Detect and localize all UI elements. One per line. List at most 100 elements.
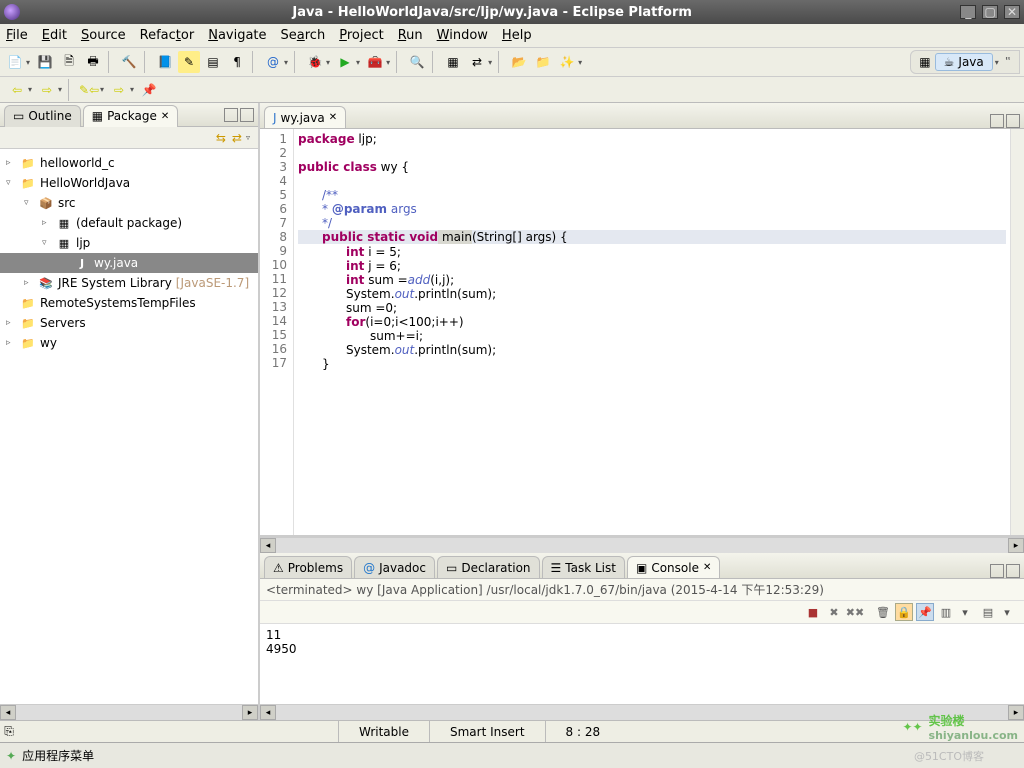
menu-edit[interactable]: Edit (42, 28, 67, 43)
tree-item-wy-java[interactable]: Jwy.java (0, 253, 258, 273)
minimize-button[interactable]: _ (960, 5, 976, 19)
close-tab-icon[interactable]: ✕ (703, 562, 711, 573)
nav-toolbar: ⇦▾ ⇨▾ ✎⇦▾ ⇨▾ 📌 (0, 77, 1024, 103)
wand-button[interactable]: ✨ (556, 51, 578, 73)
tree-item-servers[interactable]: ▹📁Servers (0, 313, 258, 333)
tab-tasklist[interactable]: ☰Task List (542, 556, 625, 578)
pkg-button[interactable]: ▦ (442, 51, 464, 73)
save-button[interactable]: 💾 (34, 51, 56, 73)
tree-item-src[interactable]: ▿📦src (0, 193, 258, 213)
tree-item-helloworldjava[interactable]: ▿📁HelloWorldJava (0, 173, 258, 193)
line-gutter: 1234567891011121314151617 (260, 129, 294, 535)
apps-menu-label[interactable]: 应用程序菜单 (22, 747, 94, 764)
open-file-button[interactable]: 📂 (508, 51, 530, 73)
view-menu-icon[interactable]: ▿ (246, 133, 250, 142)
debug-button[interactable]: 🐞 (304, 51, 326, 73)
scroll-lock-icon[interactable]: 🔒 (895, 603, 913, 621)
close-tab-icon[interactable]: ✕ (329, 112, 337, 123)
console-toolbar: ■ ✖ ✖✖ 🗑 🔒 📌 ▥▾ ▤▾ (804, 603, 1018, 621)
minimize-view-button[interactable] (990, 564, 1004, 578)
editor-tab-wy[interactable]: J wy.java ✕ (264, 106, 346, 128)
tree-item-ljp[interactable]: ▿▦ljp (0, 233, 258, 253)
editor-area[interactable]: 1234567891011121314151617 package ljp; p… (260, 129, 1024, 537)
tree-item-wy[interactable]: ▹📁wy (0, 333, 258, 353)
menu-navigate[interactable]: Navigate (208, 28, 266, 43)
remove-launch-icon[interactable]: ✖ (825, 603, 843, 621)
new-java-button[interactable]: 📘 (154, 51, 176, 73)
tree-hscroll[interactable]: ◂▸ (0, 704, 258, 720)
build-button[interactable]: 🔨 (118, 51, 140, 73)
open-perspective-icon[interactable]: ▦ (919, 55, 930, 69)
pkg-icon: ▦ (56, 236, 72, 250)
menu-refactor[interactable]: Refactor (140, 28, 195, 43)
close-tab-icon[interactable]: ✕ (161, 111, 169, 122)
status-cursor: 8 : 28 (545, 721, 621, 742)
new-button[interactable]: 📄 (4, 51, 26, 73)
menu-project[interactable]: Project (339, 28, 384, 43)
minimize-editor-button[interactable] (990, 114, 1004, 128)
menu-search[interactable]: Search (281, 28, 326, 43)
tab-outline[interactable]: ▭ Outline (4, 105, 81, 127)
clear-console-icon[interactable]: 🗑 (874, 603, 892, 621)
pin-console-icon[interactable]: 📌 (916, 603, 934, 621)
display-selected-icon[interactable]: ▥ (937, 603, 955, 621)
tab-declaration[interactable]: ▭Declaration (437, 556, 540, 578)
tab-problems[interactable]: ⚠Problems (264, 556, 352, 578)
tab-console[interactable]: ▣Console✕ (627, 556, 720, 578)
minimize-view-button[interactable] (224, 108, 238, 122)
open-folder-button[interactable]: 📁 (532, 51, 554, 73)
tree-item-jre-system-library[interactable]: ▹📚JRE System Library [JavaSE-1.7] (0, 273, 258, 293)
maximize-button[interactable]: ▢ (982, 5, 998, 19)
show-whitespace-button[interactable]: ¶ (226, 51, 248, 73)
menu-window[interactable]: Window (437, 28, 488, 43)
window-title: Java - HelloWorldJava/src/ljp/wy.java - … (26, 5, 958, 20)
apps-menu-icon[interactable]: ✦ (6, 749, 16, 763)
package-tree[interactable]: ▹📁helloworld_c▿📁HelloWorldJava▿📦src▹▦(de… (0, 149, 258, 704)
close-button[interactable]: ✕ (1004, 5, 1020, 19)
tab-javadoc[interactable]: @Javadoc (354, 556, 435, 578)
toggle-mark-button[interactable]: ✎ (178, 51, 200, 73)
collapse-all-icon[interactable]: ⇆ (216, 131, 226, 145)
menu-file[interactable]: File (6, 28, 28, 43)
window-titlebar: Java - HelloWorldJava/src/ljp/wy.java - … (0, 0, 1024, 24)
console-hscroll[interactable]: ◂▸ (260, 704, 1024, 720)
save-all-button[interactable]: 🗎 (58, 51, 80, 73)
tab-package[interactable]: ▦ Package ✕ (83, 105, 178, 127)
pin-button[interactable]: 📌 (138, 79, 160, 101)
remove-all-icon[interactable]: ✖✖ (846, 603, 864, 621)
perspective-switcher[interactable]: ▦ ☕ Java ▾ ‟ (910, 50, 1020, 74)
print-button[interactable]: 🖶 (82, 51, 104, 73)
java-file-icon: J (273, 111, 277, 125)
tasklist-icon: ☰ (551, 561, 562, 575)
type-hier-button[interactable]: ⇄ (466, 51, 488, 73)
menu-help[interactable]: Help (502, 28, 532, 43)
menu-run[interactable]: Run (398, 28, 423, 43)
menubar: File Edit Source Refactor Navigate Searc… (0, 24, 1024, 48)
console-header: <terminated> wy [Java Application] /usr/… (260, 579, 1024, 601)
forward-button[interactable]: ⇨ (36, 79, 58, 101)
search-button[interactable]: 🔍 (406, 51, 428, 73)
tree-item-remotesystemstempfiles[interactable]: 📁RemoteSystemsTempFiles (0, 293, 258, 313)
tree-item--default-package-[interactable]: ▹▦(default package) (0, 213, 258, 233)
open-type-button[interactable]: @ (262, 51, 284, 73)
maximize-view-button[interactable] (1006, 564, 1020, 578)
open-console-icon[interactable]: ▤ (979, 603, 997, 621)
last-edit-button[interactable]: ✎⇦ (78, 79, 100, 101)
menu-source[interactable]: Source (81, 28, 126, 43)
lib-icon: 📚 (38, 276, 54, 290)
link-editor-icon[interactable]: ⇄ (232, 131, 242, 145)
outline-icon: ▭ (13, 109, 24, 123)
back-button[interactable]: ⇦ (6, 79, 28, 101)
dropdown-icon[interactable]: ▾ (26, 58, 30, 67)
console-output[interactable]: 11 4950 (260, 624, 1024, 704)
code-area[interactable]: package ljp; public class wy { /** * @pa… (294, 129, 1010, 535)
run-config-button[interactable]: 🧰 (364, 51, 386, 73)
next-annotation-button[interactable]: ⇨ (108, 79, 130, 101)
tree-item-helloworld-c[interactable]: ▹📁helloworld_c (0, 153, 258, 173)
block-select-button[interactable]: ▤ (202, 51, 224, 73)
editor-hscroll[interactable]: ◂▸ (260, 537, 1024, 553)
maximize-editor-button[interactable] (1006, 114, 1020, 128)
run-button[interactable]: ▶ (334, 51, 356, 73)
terminate-icon[interactable]: ■ (804, 603, 822, 621)
maximize-view-button[interactable] (240, 108, 254, 122)
